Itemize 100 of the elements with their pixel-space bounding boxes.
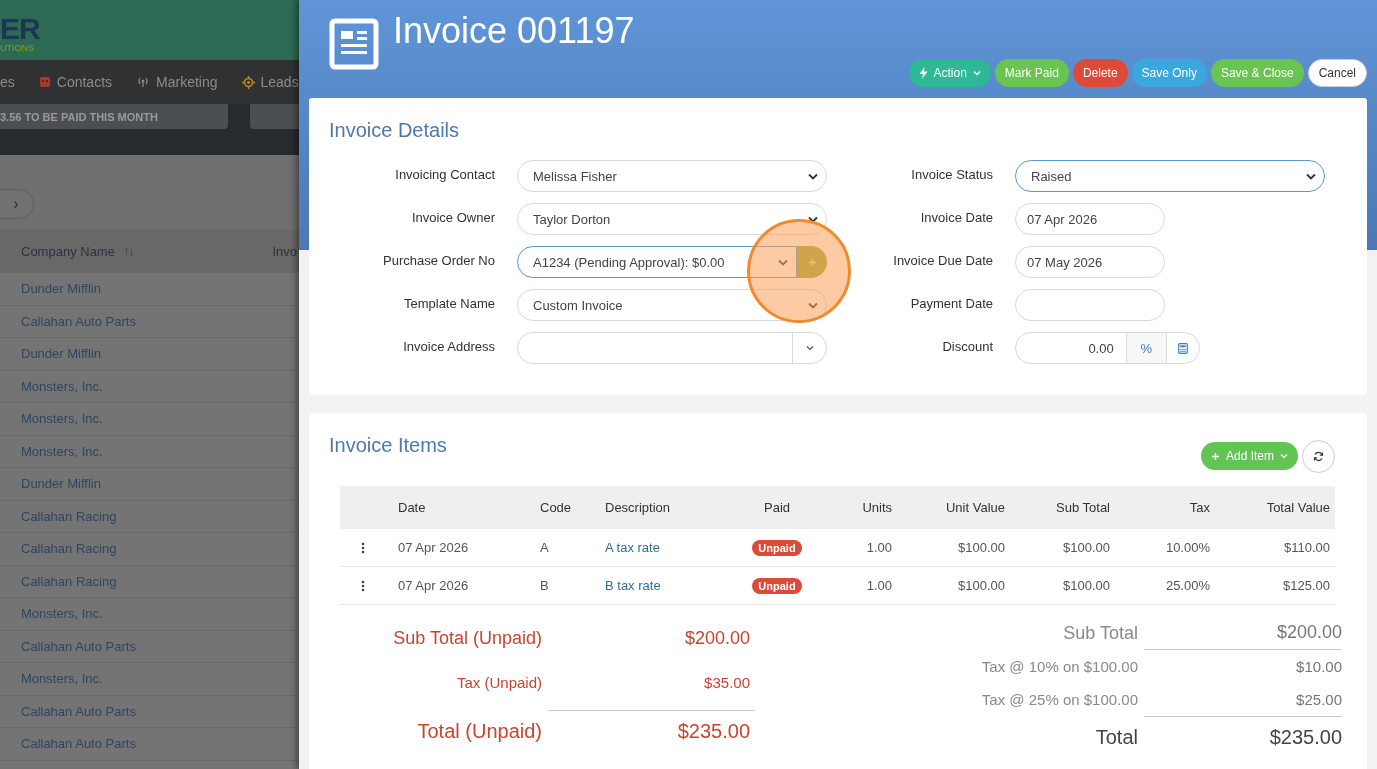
column-header: Code — [539, 500, 573, 515]
table-cell-text: $100.00 — [957, 578, 1006, 593]
column-header: Paid — [763, 500, 791, 515]
plus-icon — [807, 257, 817, 267]
status-badge: Unpaid — [752, 539, 802, 556]
field-label: Purchase Order No — [382, 253, 495, 268]
company-link[interactable]: Callahan Racing — [21, 541, 117, 557]
chevron-icon — [1306, 172, 1316, 180]
summary-label: Total (Unpaid) — [416, 718, 542, 744]
combo-field[interactable] — [517, 332, 827, 364]
column-header[interactable]: Invo — [272, 244, 297, 259]
select-field[interactable]: Melissa Fisher — [517, 160, 827, 192]
nav-item[interactable]: es — [0, 74, 15, 90]
lightning-icon — [918, 67, 928, 79]
plus-icon — [1210, 451, 1220, 461]
field-label: Invoice Owner — [410, 210, 495, 225]
summary-text: 3.56 TO BE PAID THIS MONTH — [0, 110, 158, 123]
company-link[interactable]: Callahan Racing — [21, 573, 117, 589]
field-label: Template Name — [402, 296, 495, 311]
field-label: Invoice Address — [402, 339, 495, 354]
cancel-button[interactable]: Cancel — [1307, 59, 1367, 87]
column-header[interactable]: Company Name — [21, 244, 115, 259]
column-header: Tax — [1188, 500, 1211, 515]
next-page-button[interactable]: › — [0, 188, 34, 219]
table-cell-text: 07 Apr 2026 — [397, 540, 470, 555]
column-header: Sub Total — [1055, 500, 1111, 515]
refresh-icon — [1313, 451, 1324, 462]
field-label: Invoice Status — [910, 167, 993, 182]
date-field[interactable]: 07 May 2026 — [1015, 246, 1165, 278]
table-cell-text: $125.00 — [1282, 578, 1331, 593]
description-link[interactable]: B tax rate — [605, 578, 661, 593]
date-field[interactable] — [1015, 289, 1165, 321]
mark-paid-button[interactable]: Mark Paid — [994, 59, 1069, 87]
status-badge: Unpaid — [752, 577, 802, 594]
column-header: Date — [397, 500, 427, 515]
field-label: Payment Date — [909, 296, 993, 311]
summary-value: $10.00 — [1295, 657, 1342, 677]
table-cell-text: 07 Apr 2026 — [397, 578, 470, 593]
row-menu-icon[interactable] — [360, 579, 365, 592]
action-menu-button[interactable]: Action — [908, 59, 991, 87]
table-cell-text: 1.00 — [865, 578, 893, 593]
company-link[interactable]: Monsters, Inc. — [21, 411, 103, 427]
company-link[interactable]: Monsters, Inc. — [21, 378, 103, 394]
calculator-icon[interactable] — [1177, 342, 1188, 354]
table-cell-text: $110.00 — [1282, 540, 1331, 555]
target-icon — [241, 75, 255, 89]
select-field[interactable]: Taylor Dorton — [517, 203, 827, 235]
summary-label: Tax (Unpaid) — [455, 673, 542, 693]
caret-icon — [972, 70, 981, 76]
table-cell-text: 25.00% — [1164, 578, 1211, 593]
chevron-icon — [808, 301, 818, 309]
table-cell-text: $100.00 — [957, 540, 1006, 555]
company-link[interactable]: Callahan Auto Parts — [21, 638, 136, 654]
date-field[interactable]: 07 Apr 2026 — [1015, 203, 1165, 235]
description-link[interactable]: A tax rate — [605, 540, 660, 555]
save-close-button[interactable]: Save & Close — [1210, 59, 1304, 87]
signal-icon — [136, 76, 151, 88]
column-header: Description — [604, 500, 672, 515]
company-link[interactable]: Dunder Mifflin — [21, 476, 101, 492]
select-field[interactable]: Custom Invoice — [517, 289, 827, 321]
company-link[interactable]: Callahan Auto Parts — [21, 313, 136, 329]
refresh-button[interactable] — [1302, 440, 1335, 473]
company-link[interactable]: Callahan Auto Parts — [21, 703, 136, 719]
document-icon — [329, 18, 379, 70]
company-link[interactable]: Callahan Racing — [21, 508, 117, 524]
delete-button[interactable]: Delete — [1072, 59, 1128, 87]
nav-item[interactable]: Leads — [260, 74, 299, 90]
company-link[interactable]: Dunder Mifflin — [21, 346, 101, 362]
table-cell-text: $100.00 — [1062, 578, 1111, 593]
select-field[interactable]: Raised — [1015, 160, 1325, 192]
select-field[interactable]: A1234 (Pending Approval): $0.00 — [517, 246, 797, 278]
discount-field[interactable]: 0.00 % — [1015, 332, 1200, 364]
chevron-icon[interactable] — [805, 345, 814, 351]
nav-item[interactable]: Marketing — [156, 74, 218, 90]
company-link[interactable]: Callahan Auto Parts — [21, 736, 136, 752]
save-button[interactable]: Save Only — [1131, 59, 1207, 87]
table-cell-text: B — [539, 578, 550, 593]
nav-item[interactable]: Contacts — [56, 74, 113, 90]
section-heading: Invoice Details — [329, 118, 461, 143]
summary-value: $200.00 — [683, 626, 751, 650]
table-cell-text: A — [539, 540, 550, 555]
table-cell-text: 10.00% — [1164, 540, 1211, 555]
field-label: Discount — [941, 339, 993, 354]
summary-value: $235.00 — [1144, 716, 1342, 757]
invoice-title: Invoice 001197 — [393, 10, 635, 52]
column-header: Units — [861, 500, 893, 515]
company-link[interactable]: Monsters, Inc. — [21, 443, 103, 459]
caret-icon — [1280, 453, 1288, 459]
summary-label: Tax @ 10% on $100.00 — [980, 657, 1138, 677]
column-header: Total Value — [1265, 500, 1331, 515]
summary-value: $200.00 — [1144, 615, 1342, 650]
row-menu-icon[interactable] — [360, 541, 365, 554]
company-link[interactable]: Monsters, Inc. — [21, 671, 103, 687]
summary-value: $25.00 — [1295, 690, 1342, 710]
summary-label: Tax @ 25% on $100.00 — [980, 690, 1138, 710]
add-item-button[interactable]: Add Item — [1200, 442, 1298, 470]
company-link[interactable]: Monsters, Inc. — [21, 606, 103, 622]
chevron-icon — [808, 172, 818, 180]
company-link[interactable]: Dunder Mifflin — [21, 281, 101, 297]
table-cell-text: $100.00 — [1062, 540, 1111, 555]
